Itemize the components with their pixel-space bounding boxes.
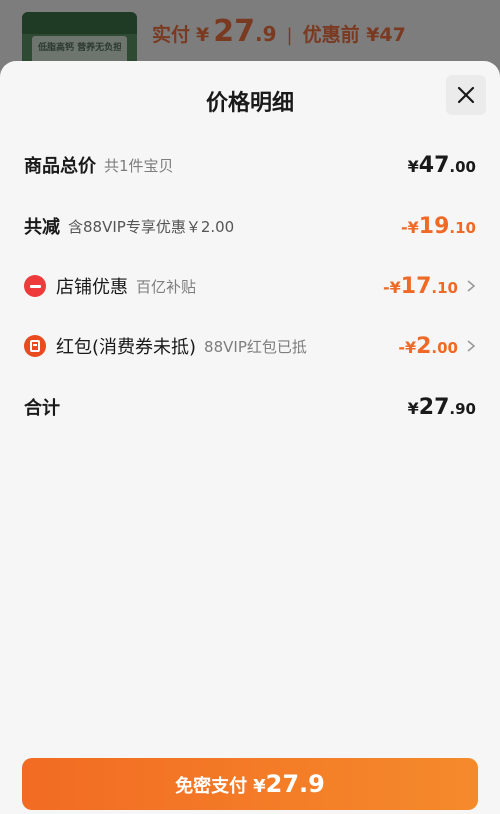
password-free-pay-button[interactable]: 免密支付 ¥ 27.9 (22, 758, 478, 810)
shop-discount-tag: 百亿补贴 (136, 277, 197, 296)
red-packet-label: 红包(消费券未抵) (56, 337, 197, 358)
shop-discount-icon (24, 275, 46, 297)
sum-amount: ¥ 27 .90 (407, 394, 476, 420)
chevron-right-icon (467, 280, 476, 292)
sheet-title: 价格明细 (205, 91, 294, 116)
pay-button-label: 免密支付 (175, 776, 248, 797)
price-detail-sheet: 价格明细 商品总价 共1件宝贝 ¥ 47 .00 共减 含88VIP专享优惠￥2… (0, 61, 500, 814)
close-icon (457, 86, 475, 104)
row-goods-total: 商品总价 共1件宝贝 ¥ 47 .00 (24, 145, 476, 185)
top-price-summary: 实付 ¥ 27 .9 | 优惠前 ¥47 (152, 14, 406, 49)
chevron-right-icon (467, 340, 476, 352)
red-packet-note: 88VIP红包已抵 (204, 337, 307, 356)
product-summary-bar: 低脂高钙 营养无负担 120 实付 ¥ 27 .9 | 优惠前 ¥47 (0, 0, 500, 76)
paid-label: 实付 (152, 24, 191, 46)
red-packet-icon (24, 335, 46, 357)
row-sum: 合计 ¥ 27 .90 (24, 387, 476, 427)
shop-discount-label: 店铺优惠 (56, 277, 128, 298)
paid-dec: .9 (255, 22, 277, 46)
paid-int: 27 (213, 14, 255, 49)
reduction-note: 含88VIP专享优惠￥2.00 (68, 217, 235, 236)
row-red-packet[interactable]: 红包(消费券未抵) 88VIP红包已抵 -¥ 2 .00 (24, 326, 476, 366)
row-shop-discount[interactable]: 店铺优惠 百亿补贴 -¥ 17 .10 (24, 266, 476, 306)
row-total-reduction: 共减 含88VIP专享优惠￥2.00 -¥ 19 .10 (24, 206, 476, 246)
reduction-amount: -¥ 19 .10 (401, 213, 476, 239)
sum-label: 合计 (24, 398, 60, 419)
price-before-discount: 优惠前 ¥47 (302, 24, 406, 46)
shop-discount-amount: -¥ 17 .10 (383, 273, 458, 299)
reduction-label: 共减 (24, 217, 60, 238)
goods-total-count: 共1件宝贝 (104, 156, 174, 175)
thumbnail-slogan: 低脂高钙 营养无负担 (38, 43, 121, 53)
red-packet-amount: -¥ 2 .00 (398, 333, 458, 359)
close-button[interactable] (446, 75, 486, 115)
pay-button-amount: 27.9 (265, 770, 325, 798)
goods-total-amount: ¥ 47 .00 (407, 152, 476, 178)
goods-total-label: 商品总价 (24, 156, 96, 177)
